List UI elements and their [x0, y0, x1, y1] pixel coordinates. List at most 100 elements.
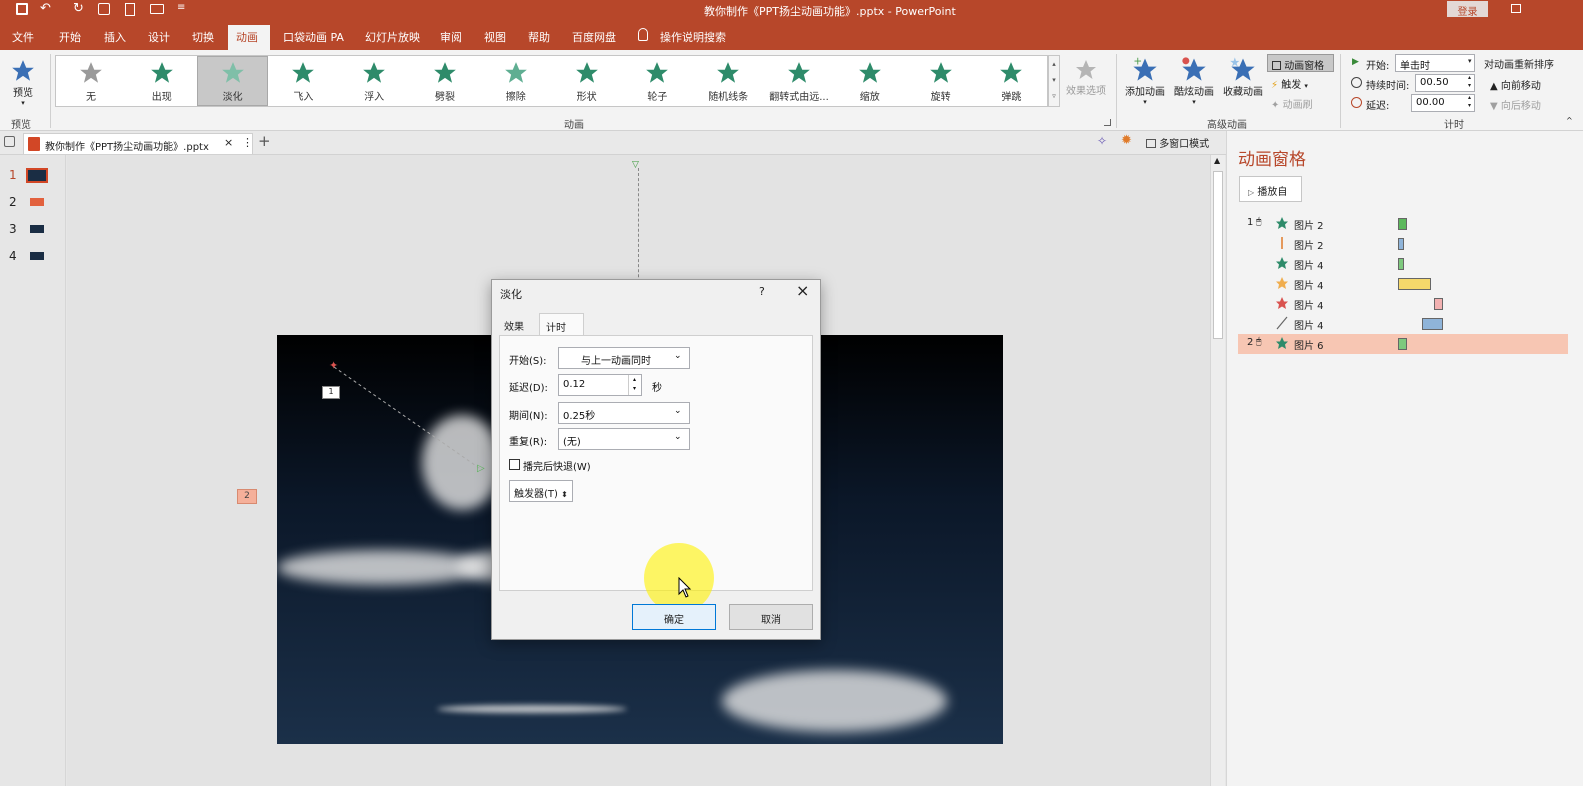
tab-effect[interactable]: 效果 — [504, 318, 524, 333]
new-tab-icon[interactable]: + — [258, 132, 271, 150]
scroll-up-icon[interactable]: ▲ — [1214, 156, 1220, 165]
menu-review[interactable]: 审阅 — [440, 29, 462, 45]
start-select[interactable]: 单击时 — [1395, 54, 1475, 72]
timeline-bar[interactable] — [1434, 298, 1443, 310]
menu-home[interactable]: 开始 — [59, 29, 81, 45]
effect-float-in[interactable]: 浮入 — [339, 56, 409, 106]
animation-tag-2[interactable]: 2 — [237, 489, 257, 504]
open-folder-icon[interactable] — [150, 4, 164, 14]
effect-none[interactable]: 无 — [56, 56, 126, 106]
multi-window-button[interactable]: 多窗口模式 — [1146, 135, 1209, 150]
collect-animation-button[interactable]: 收藏动画 — [1219, 55, 1267, 111]
new-file-icon[interactable] — [125, 3, 135, 16]
rewind-checkbox[interactable] — [509, 459, 520, 470]
tab-timing[interactable]: 计时 — [539, 313, 584, 336]
menu-pocket-animation[interactable]: 口袋动画 PA — [283, 29, 344, 45]
effect-split[interactable]: 劈裂 — [410, 56, 480, 106]
start-dropdown[interactable]: 与上一动画同时 ⌄ — [558, 347, 690, 369]
menu-view[interactable]: 视图 — [484, 29, 506, 45]
effect-appear[interactable]: 出现 — [127, 56, 197, 106]
canvas-scrollbar[interactable]: ▲ — [1210, 155, 1225, 786]
spinner-icon[interactable]: ▴ ▾ — [628, 375, 640, 395]
preview-button[interactable]: 预览 ▾ — [4, 56, 42, 107]
thumb-slide-4[interactable] — [30, 252, 44, 260]
menu-slideshow[interactable]: 幻灯片放映 — [365, 29, 420, 45]
duration-input[interactable]: 00.50 — [1415, 74, 1475, 92]
animation-list-item[interactable]: 图片 2 — [1238, 234, 1568, 254]
thumb-slide-3[interactable] — [30, 225, 44, 233]
path-end-marker[interactable]: ▷ — [477, 463, 485, 474]
path-start-marker[interactable]: ▽ — [632, 160, 639, 170]
path-start-icon[interactable]: ✦ — [329, 359, 338, 372]
chevron-down-icon[interactable]: ▾ — [1468, 57, 1472, 65]
menu-transitions[interactable]: 切换 — [192, 29, 214, 45]
effect-random-bars[interactable]: 随机线条 — [693, 56, 763, 106]
spinner-icon[interactable]: ▴ ▾ — [1468, 94, 1471, 110]
animation-pane-button[interactable]: 动画窗格 — [1267, 54, 1334, 72]
timeline-bar[interactable] — [1398, 218, 1407, 230]
menu-insert[interactable]: 插入 — [104, 29, 126, 45]
timeline-bar[interactable] — [1398, 238, 1404, 250]
effect-bounce[interactable]: 弹跳 — [976, 56, 1046, 106]
cool-animation-button[interactable]: 酷炫动画 ▾ — [1170, 55, 1218, 111]
menu-baidu-netdisk[interactable]: 百度网盘 — [572, 29, 616, 45]
effect-zoom[interactable]: 缩放 — [835, 56, 905, 106]
save-icon[interactable] — [16, 3, 28, 15]
sparkle-icon[interactable]: ✧ — [1097, 134, 1107, 148]
scroll-thumb[interactable] — [1213, 171, 1223, 339]
delay-input[interactable]: 0.12 ▴ ▾ — [558, 374, 642, 396]
redo-icon[interactable]: ↻ — [73, 1, 84, 16]
animation-tag-1[interactable]: 1 — [322, 386, 340, 399]
timeline-bar[interactable] — [1422, 318, 1443, 330]
animation-list-item[interactable]: 图片 4 — [1238, 294, 1568, 314]
menu-animations[interactable]: 动画 — [236, 29, 258, 45]
menu-file[interactable]: 文件 — [12, 29, 34, 45]
login-button[interactable]: 登录 — [1447, 1, 1488, 18]
period-combobox[interactable]: 0.25秒 ⌄ — [558, 402, 690, 424]
tell-me-search[interactable]: 操作说明搜索 — [660, 29, 726, 45]
thumb-slide-2[interactable] — [30, 198, 44, 206]
collapse-ribbon-icon[interactable]: ^ — [1566, 116, 1573, 125]
close-tab-icon[interactable]: × — [224, 136, 233, 149]
menu-design[interactable]: 设计 — [148, 29, 170, 45]
effect-grow-turn[interactable]: 翻转式由远... — [764, 56, 834, 106]
animation-list-item[interactable]: 图片 4 — [1238, 314, 1568, 334]
touch-mode-icon[interactable] — [98, 3, 110, 15]
effect-fly-in[interactable]: 飞入 — [268, 56, 338, 106]
document-tab[interactable]: 教你制作《PPT扬尘动画功能》.pptx × ⋮ — [23, 133, 253, 154]
add-animation-button[interactable]: + 添加动画 ▾ — [1121, 55, 1169, 111]
tab-options-icon[interactable]: ⋮ — [242, 136, 253, 149]
animation-list-item[interactable]: 图片 4 — [1238, 274, 1568, 294]
tab-menu-icon[interactable] — [4, 136, 15, 147]
help-button[interactable]: ? — [759, 285, 765, 298]
ok-button[interactable]: 确定 — [632, 604, 716, 630]
effect-swivel[interactable]: 旋转 — [906, 56, 976, 106]
restore-window-icon[interactable] — [1511, 4, 1521, 13]
close-icon[interactable]: × — [796, 281, 809, 300]
thumb-slide-1[interactable] — [26, 168, 48, 183]
delay-input[interactable]: 00.00 — [1411, 94, 1475, 112]
effect-options-button[interactable]: 效果选项 — [1062, 56, 1110, 111]
timeline-bar[interactable] — [1398, 338, 1407, 350]
timeline-bar[interactable] — [1398, 258, 1404, 270]
gear-icon[interactable]: ✹ — [1121, 133, 1132, 148]
animation-list-item[interactable]: 2 🖱 图片 6 — [1238, 334, 1568, 354]
move-earlier-button[interactable]: ▲ 向前移动 — [1490, 77, 1541, 92]
effect-fade[interactable]: 淡化 — [198, 56, 268, 106]
menu-help[interactable]: 帮助 — [528, 29, 550, 45]
trigger-button[interactable]: 触发器(T) ⬍ — [509, 480, 573, 502]
effect-wheel[interactable]: 轮子 — [622, 56, 692, 106]
spinner-icon[interactable]: ▴ ▾ — [1468, 74, 1471, 90]
rewind-label[interactable]: 播完后快退(W) — [523, 458, 591, 473]
undo-icon[interactable]: ↶ — [40, 1, 51, 16]
trigger-button[interactable]: ⚡ 触发 ▾ — [1271, 76, 1308, 91]
play-from-button[interactable]: ▷ 播放自 — [1239, 176, 1302, 202]
effect-wipe[interactable]: 擦除 — [481, 56, 551, 106]
cancel-button[interactable]: 取消 — [729, 604, 813, 630]
dialog-launcher-icon[interactable] — [1104, 119, 1111, 126]
animation-list-item[interactable]: 图片 4 — [1238, 254, 1568, 274]
effect-shape[interactable]: 形状 — [552, 56, 622, 106]
animation-list-item[interactable]: 1 🖱 图片 2 — [1238, 214, 1568, 234]
repeat-dropdown[interactable]: (无) ⌄ — [558, 428, 690, 450]
move-later-button[interactable]: ▼ 向后移动 — [1490, 97, 1541, 112]
